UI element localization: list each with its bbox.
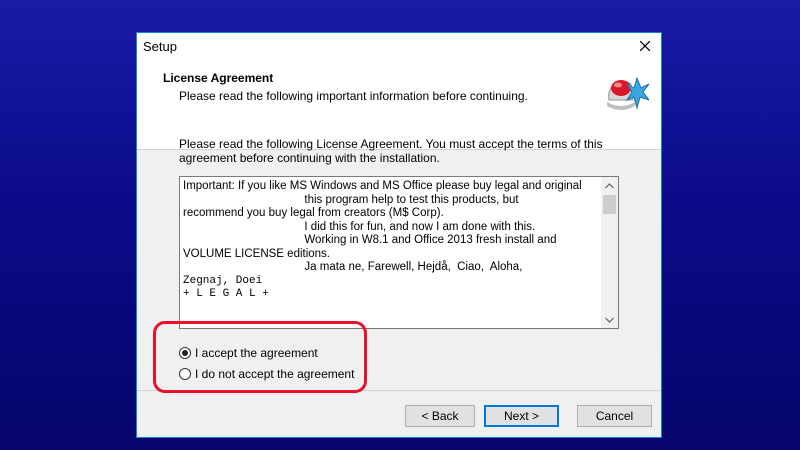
- scroll-thumb[interactable]: [603, 195, 616, 214]
- license-line: Zegnaj, Doei: [183, 274, 263, 287]
- title-bar[interactable]: Setup: [137, 33, 661, 60]
- license-line: I did this for fun, and now I am done wi…: [183, 220, 536, 233]
- header-subtitle: Please read the following important info…: [179, 89, 528, 103]
- license-line: this program help to test this products,…: [183, 193, 519, 206]
- license-line: recommend you buy legal from creators (M…: [183, 207, 444, 219]
- vertical-scrollbar[interactable]: [601, 177, 618, 328]
- license-textbox[interactable]: Important: If you like MS Windows and MS…: [179, 176, 619, 329]
- license-text: Important: If you like MS Windows and MS…: [183, 180, 601, 302]
- license-line: VOLUME LICENSE editions.: [183, 247, 331, 260]
- close-button[interactable]: [629, 33, 661, 59]
- next-button[interactable]: Next >: [484, 405, 559, 427]
- cancel-button[interactable]: Cancel: [577, 405, 652, 427]
- back-button[interactable]: < Back: [405, 405, 475, 427]
- header-title: License Agreement: [163, 71, 274, 85]
- scroll-down-button[interactable]: [601, 311, 618, 328]
- license-line: Ja mata ne, Farewell, Hejdå, Ciao, Aloha…: [183, 261, 523, 273]
- close-icon: [640, 41, 650, 51]
- license-line: Important: If you like MS Windows and MS…: [183, 180, 582, 192]
- intro-text: Please read the following License Agreem…: [179, 137, 603, 165]
- chevron-up-icon: [605, 182, 614, 188]
- license-line: Working in W8.1 and Office 2013 fresh in…: [183, 234, 557, 246]
- window-title: Setup: [143, 39, 177, 54]
- setup-app-icon: [607, 76, 649, 110]
- scroll-up-button[interactable]: [601, 177, 618, 194]
- chevron-down-icon: [605, 317, 614, 323]
- license-line: + L E G A L +: [183, 288, 269, 300]
- annotation-highlight: [153, 321, 367, 393]
